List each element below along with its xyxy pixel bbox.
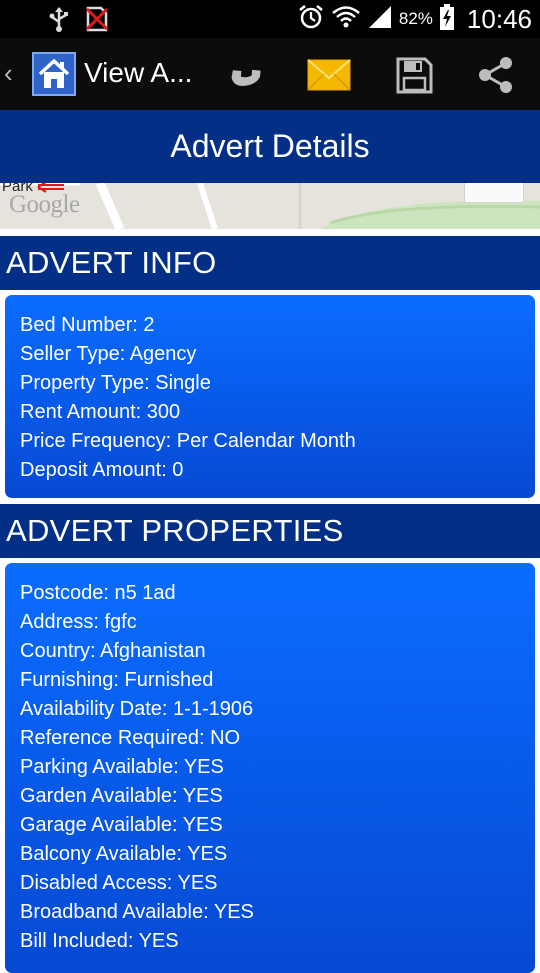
advert-properties-heading: ADVERT PROPERTIES (0, 504, 540, 558)
map-view[interactable]: Park Google (0, 183, 540, 229)
info-row: Rent Amount: 300 (20, 401, 181, 423)
property-row: Postcode: n5 1ad (20, 582, 176, 604)
battery-charging-icon (439, 3, 455, 36)
save-icon[interactable] (391, 52, 437, 98)
property-row: Broadband Available: YES (20, 901, 254, 923)
property-row: Furnishing: Furnished (20, 669, 214, 691)
info-row: Price Frequency: Per Calendar Month (20, 430, 356, 452)
property-row: Country: Afghanistan (20, 640, 206, 662)
property-row: Bill Included: YES (20, 930, 179, 952)
usb-icon (48, 6, 70, 37)
property-row: Disabled Access: YES (20, 872, 218, 894)
info-row: Property Type: Single (20, 372, 211, 394)
alarm-icon (297, 3, 325, 36)
phone-icon[interactable] (223, 52, 269, 98)
wifi-icon (331, 4, 361, 35)
map-attribution: Google (9, 191, 80, 218)
page-header: Advert Details (0, 110, 540, 183)
info-row: Bed Number: 2 (20, 314, 155, 336)
page-title: Advert Details (170, 128, 370, 164)
property-row: Balcony Available: YES (20, 843, 228, 865)
no-sim-icon (84, 6, 110, 37)
property-row: Availability Date: 1-1-1906 (20, 698, 254, 720)
email-icon[interactable] (306, 52, 352, 98)
home-icon[interactable] (32, 52, 76, 96)
property-row: Parking Available: YES (20, 756, 224, 778)
info-row: Deposit Amount: 0 (20, 459, 184, 481)
property-row: Garage Available: YES (20, 814, 223, 836)
section-heading-text: ADVERT PROPERTIES (6, 513, 344, 548)
property-row: Garden Available: YES (20, 785, 223, 807)
clock: 10:46 (466, 3, 532, 34)
section-heading-text: ADVERT INFO (6, 245, 217, 280)
property-row: Address: fgfc (20, 611, 137, 633)
signal-icon (367, 4, 393, 35)
back-chevron-icon[interactable]: ‹ (4, 58, 13, 88)
property-row: Reference Required: NO (20, 727, 241, 749)
map-control-button[interactable] (464, 183, 524, 203)
action-bar-title[interactable]: View A... (84, 57, 194, 89)
advert-info-card: Bed Number: 2 Seller Type: Agency Proper… (5, 295, 535, 498)
map-roads (0, 183, 540, 229)
status-bar: 82% 10:46 (0, 0, 540, 38)
share-icon[interactable] (473, 52, 519, 98)
info-row: Seller Type: Agency (20, 343, 197, 365)
advert-info-heading: ADVERT INFO (0, 236, 540, 290)
advert-properties-card: Postcode: n5 1ad Address: fgfc Country: … (5, 563, 535, 973)
battery-percentage: 82% (398, 9, 433, 28)
action-bar: ‹ View A... (0, 38, 540, 111)
